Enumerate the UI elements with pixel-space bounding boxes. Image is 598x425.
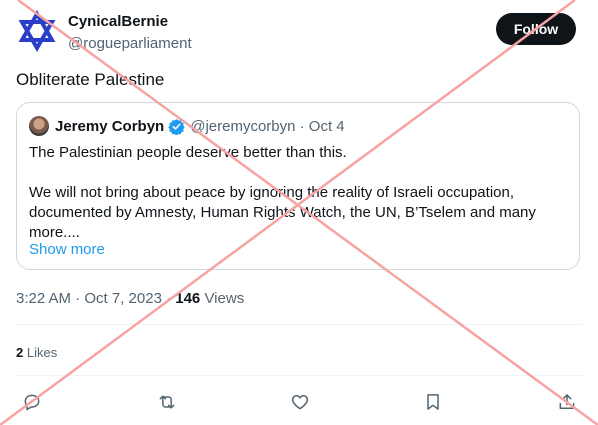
display-name[interactable]: CynicalBernie xyxy=(68,13,168,30)
divider xyxy=(16,324,582,325)
divider xyxy=(16,375,582,376)
repost-icon xyxy=(159,395,175,409)
quoted-handle-date[interactable]: @jeremycorbyn · Oct 4 xyxy=(190,118,344,135)
user-handle[interactable]: @rogueparliament xyxy=(68,35,192,52)
verified-badge-icon xyxy=(168,118,185,135)
repost-button[interactable] xyxy=(155,390,179,414)
likes-label: Likes xyxy=(26,345,58,360)
like-icon xyxy=(291,395,309,410)
share-button[interactable] xyxy=(555,390,579,414)
views-label: Views xyxy=(204,290,245,307)
quoted-post[interactable]: Jeremy Corbyn @jeremycorbyn · Oct 4 The … xyxy=(16,102,580,270)
quoted-paragraph-2: We will not bring about peace by ignorin… xyxy=(29,184,536,241)
quoted-post-text: The Palestinian people deserve better th… xyxy=(29,143,559,243)
follow-button[interactable]: Follow xyxy=(496,13,576,45)
quoted-display-name[interactable]: Jeremy Corbyn xyxy=(55,118,164,135)
views-count: 146 xyxy=(175,290,201,307)
timestamp[interactable]: 3:22 AM · Oct 7, 2023 · xyxy=(16,290,171,307)
quoted-post-header: Jeremy Corbyn @jeremycorbyn · Oct 4 xyxy=(29,116,345,136)
quoted-avatar[interactable] xyxy=(29,116,49,136)
post-meta: 3:22 AM · Oct 7, 2023 · 146 Views xyxy=(16,290,244,307)
post-text: Obliterate Palestine xyxy=(16,70,165,89)
bookmark-button[interactable] xyxy=(421,390,445,414)
star-of-david-icon xyxy=(18,10,56,52)
bookmark-icon xyxy=(427,394,439,410)
reply-button[interactable] xyxy=(20,390,44,414)
avatar[interactable] xyxy=(16,10,58,52)
likes-stat[interactable]: 2 Likes xyxy=(16,345,57,360)
show-more-link[interactable]: Show more xyxy=(29,241,105,258)
like-button[interactable] xyxy=(288,390,312,414)
likes-count: 2 xyxy=(16,345,24,360)
reply-icon xyxy=(24,394,40,411)
share-icon xyxy=(559,394,575,409)
quoted-paragraph-1: The Palestinian people deserve better th… xyxy=(29,144,347,161)
